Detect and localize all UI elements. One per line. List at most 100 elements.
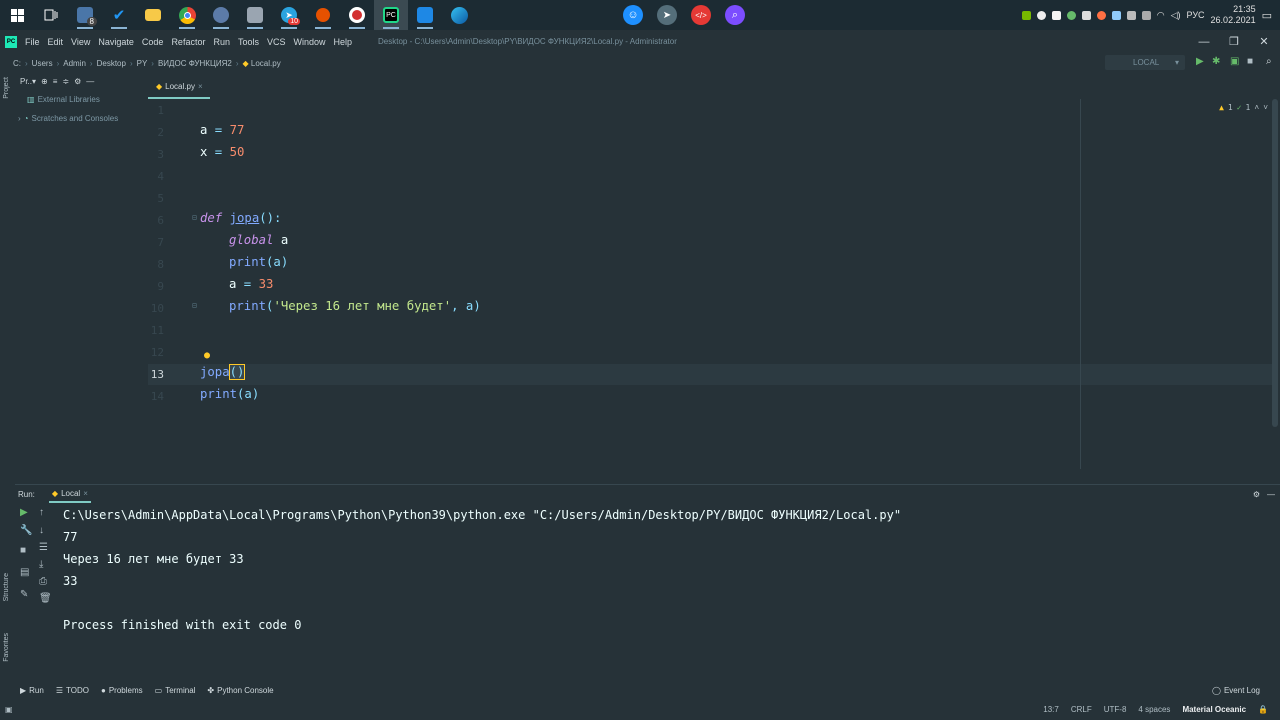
file-encoding[interactable]: UTF-8 xyxy=(1104,705,1127,714)
run-icon[interactable]: ▶ xyxy=(1196,56,1204,67)
print-icon[interactable]: ⎙ xyxy=(39,576,47,587)
run-config-selector[interactable]: LOCAL ▾ xyxy=(1105,55,1185,70)
close-tab-icon[interactable]: × xyxy=(198,82,203,91)
menu-tools[interactable]: Tools xyxy=(234,37,263,47)
file-explorer-icon[interactable] xyxy=(136,0,170,30)
layout-icon[interactable]: ▤ xyxy=(20,567,29,578)
discord-icon[interactable]: ☺ xyxy=(616,0,650,30)
nvidia-icon[interactable] xyxy=(1021,10,1031,20)
telegram-tray-icon[interactable]: ➤ xyxy=(650,0,684,30)
language-indicator[interactable]: РУС xyxy=(1187,10,1205,20)
code-editor[interactable]: ▲ 1 ✓ 1 ˄ ˅ 1 2 3 4 5 6 7 8 9 10 11 12 13 … xyxy=(148,99,1280,469)
chrome-icon[interactable] xyxy=(170,0,204,30)
code-app-icon[interactable]: </> xyxy=(684,0,718,30)
hide-panel-icon[interactable]: — xyxy=(1267,490,1275,499)
photos-app-icon[interactable] xyxy=(238,0,272,30)
clock[interactable]: 21:35 26.02.2021 xyxy=(1211,4,1256,26)
theme-name[interactable]: Material Oceanic xyxy=(1182,705,1246,714)
menu-refactor[interactable]: Refactor xyxy=(167,37,209,47)
steam-icon[interactable] xyxy=(1126,10,1136,20)
menu-vcs[interactable]: VCS xyxy=(263,37,290,47)
favorites-tool-tab[interactable]: Favorites xyxy=(3,633,10,662)
indent-setting[interactable]: 4 spaces xyxy=(1138,705,1170,714)
debug-icon[interactable]: ✱ xyxy=(1212,56,1220,67)
status-icon[interactable] xyxy=(1066,10,1076,20)
tray-app-icon[interactable] xyxy=(1081,10,1091,20)
menu-window[interactable]: Window xyxy=(290,37,330,47)
breadcrumb-item[interactable]: ВИДОС ФУНКЦИЯ2 xyxy=(155,59,235,68)
menu-run[interactable]: Run xyxy=(209,37,234,47)
tray-app-icon[interactable] xyxy=(1096,10,1106,20)
project-tool-tab[interactable]: Project xyxy=(3,77,10,99)
tab-local-py[interactable]: ◆ Local.py × xyxy=(148,76,210,99)
problems-tool-button[interactable]: ● Problems xyxy=(101,686,143,695)
fold-icon[interactable]: ⊟ xyxy=(192,301,197,310)
editor-scrollbar[interactable] xyxy=(1272,99,1278,427)
menu-help[interactable]: Help xyxy=(330,37,357,47)
caret-position[interactable]: 13:7 xyxy=(1043,705,1059,714)
structure-tool-tab[interactable]: Structure xyxy=(3,573,10,601)
pycharm-icon[interactable]: PC xyxy=(374,0,408,30)
wifi-icon[interactable]: ◠ xyxy=(1157,10,1165,21)
breadcrumb-item[interactable]: Users xyxy=(29,59,56,68)
menu-navigate[interactable]: Navigate xyxy=(94,37,138,47)
edge-icon[interactable] xyxy=(442,0,476,30)
close-button[interactable]: ✕ xyxy=(1246,30,1280,53)
menu-code[interactable]: Code xyxy=(138,37,168,47)
telegram-icon[interactable]: ➤ 10 xyxy=(272,0,306,30)
trash-icon[interactable]: 🗑 xyxy=(39,593,52,604)
expand-all-icon[interactable]: ≡ xyxy=(53,77,58,86)
tray-app-icon[interactable] xyxy=(1111,10,1121,20)
menu-file[interactable]: File xyxy=(21,37,44,47)
tree-item-scratches[interactable]: › ◔ Scratches and Consoles xyxy=(15,109,146,128)
arrow-down-icon[interactable]: ↓ xyxy=(39,525,44,536)
menu-view[interactable]: View xyxy=(67,37,94,47)
line-separator[interactable]: CRLF xyxy=(1071,705,1092,714)
network-icon[interactable] xyxy=(1141,10,1151,20)
pin-icon[interactable]: ✎ xyxy=(20,589,28,600)
stop-icon[interactable]: ■ xyxy=(20,545,26,556)
menu-edit[interactable]: Edit xyxy=(44,37,68,47)
fold-icon[interactable]: ⊟ xyxy=(192,213,197,222)
locate-icon[interactable]: ⊕ xyxy=(41,77,48,86)
inspection-widget[interactable]: ▲ 1 ✓ 1 ˄ ˅ xyxy=(1219,103,1268,113)
event-log-button[interactable]: ◯ Event Log xyxy=(1212,686,1260,695)
breadcrumb-item[interactable]: Admin xyxy=(60,59,89,68)
scroll-to-end-icon[interactable]: ⤓ xyxy=(39,559,43,570)
search-app-icon[interactable]: ⌕ xyxy=(718,0,752,30)
collapse-all-icon[interactable]: ≑ xyxy=(62,77,69,86)
browser-icon[interactable] xyxy=(204,0,238,30)
lock-icon[interactable]: 🔒 xyxy=(1258,705,1268,714)
lightbulb-icon[interactable]: ● xyxy=(204,350,210,361)
notifications-icon[interactable]: ▭ xyxy=(1262,9,1272,22)
wrench-icon[interactable]: 🔧 xyxy=(20,525,32,536)
tree-item-external-libraries[interactable]: ▥ External Libraries xyxy=(15,90,146,109)
task-view-icon[interactable] xyxy=(34,0,68,30)
soft-wrap-icon[interactable]: ☰ xyxy=(39,542,48,553)
run-tab-local[interactable]: ◆ Local × xyxy=(48,485,91,503)
breadcrumb-item[interactable]: C: xyxy=(10,59,24,68)
project-view-selector[interactable]: Pr..▾ xyxy=(20,77,36,86)
cloud-icon[interactable] xyxy=(1036,10,1046,20)
search-icon[interactable]: ⌕ xyxy=(1266,56,1272,67)
python-console-tool-button[interactable]: ✤ Python Console xyxy=(207,686,273,695)
coverage-icon[interactable]: ▣ xyxy=(1230,56,1239,67)
windows-start-icon[interactable] xyxy=(0,0,34,30)
volume-icon[interactable]: ◁) xyxy=(1171,10,1181,21)
media-app-icon[interactable] xyxy=(306,0,340,30)
terminal-tool-button[interactable]: ▭ Terminal xyxy=(155,686,196,695)
todo-tool-button[interactable]: ☰ TODO xyxy=(56,686,89,695)
close-tab-icon[interactable]: × xyxy=(83,489,88,498)
drive-icon[interactable] xyxy=(1051,10,1061,20)
layout-toggle-icon[interactable]: ▣ xyxy=(5,705,13,714)
screen-capture-icon[interactable] xyxy=(408,0,442,30)
settings-icon[interactable]: ⚙ xyxy=(74,77,81,86)
todo-checkmark-icon[interactable]: ✔ xyxy=(102,0,136,30)
arrow-up-icon[interactable]: ↑ xyxy=(39,507,44,518)
settings-icon[interactable]: ⚙ xyxy=(1253,490,1260,499)
stop-icon[interactable]: ■ xyxy=(1247,56,1253,67)
breadcrumb-item[interactable]: PY xyxy=(134,59,151,68)
rerun-icon[interactable]: ▶ xyxy=(20,507,28,518)
breadcrumb-file[interactable]: ◆ Local.py xyxy=(240,59,284,68)
run-tool-button[interactable]: ▶ Run xyxy=(20,686,44,695)
